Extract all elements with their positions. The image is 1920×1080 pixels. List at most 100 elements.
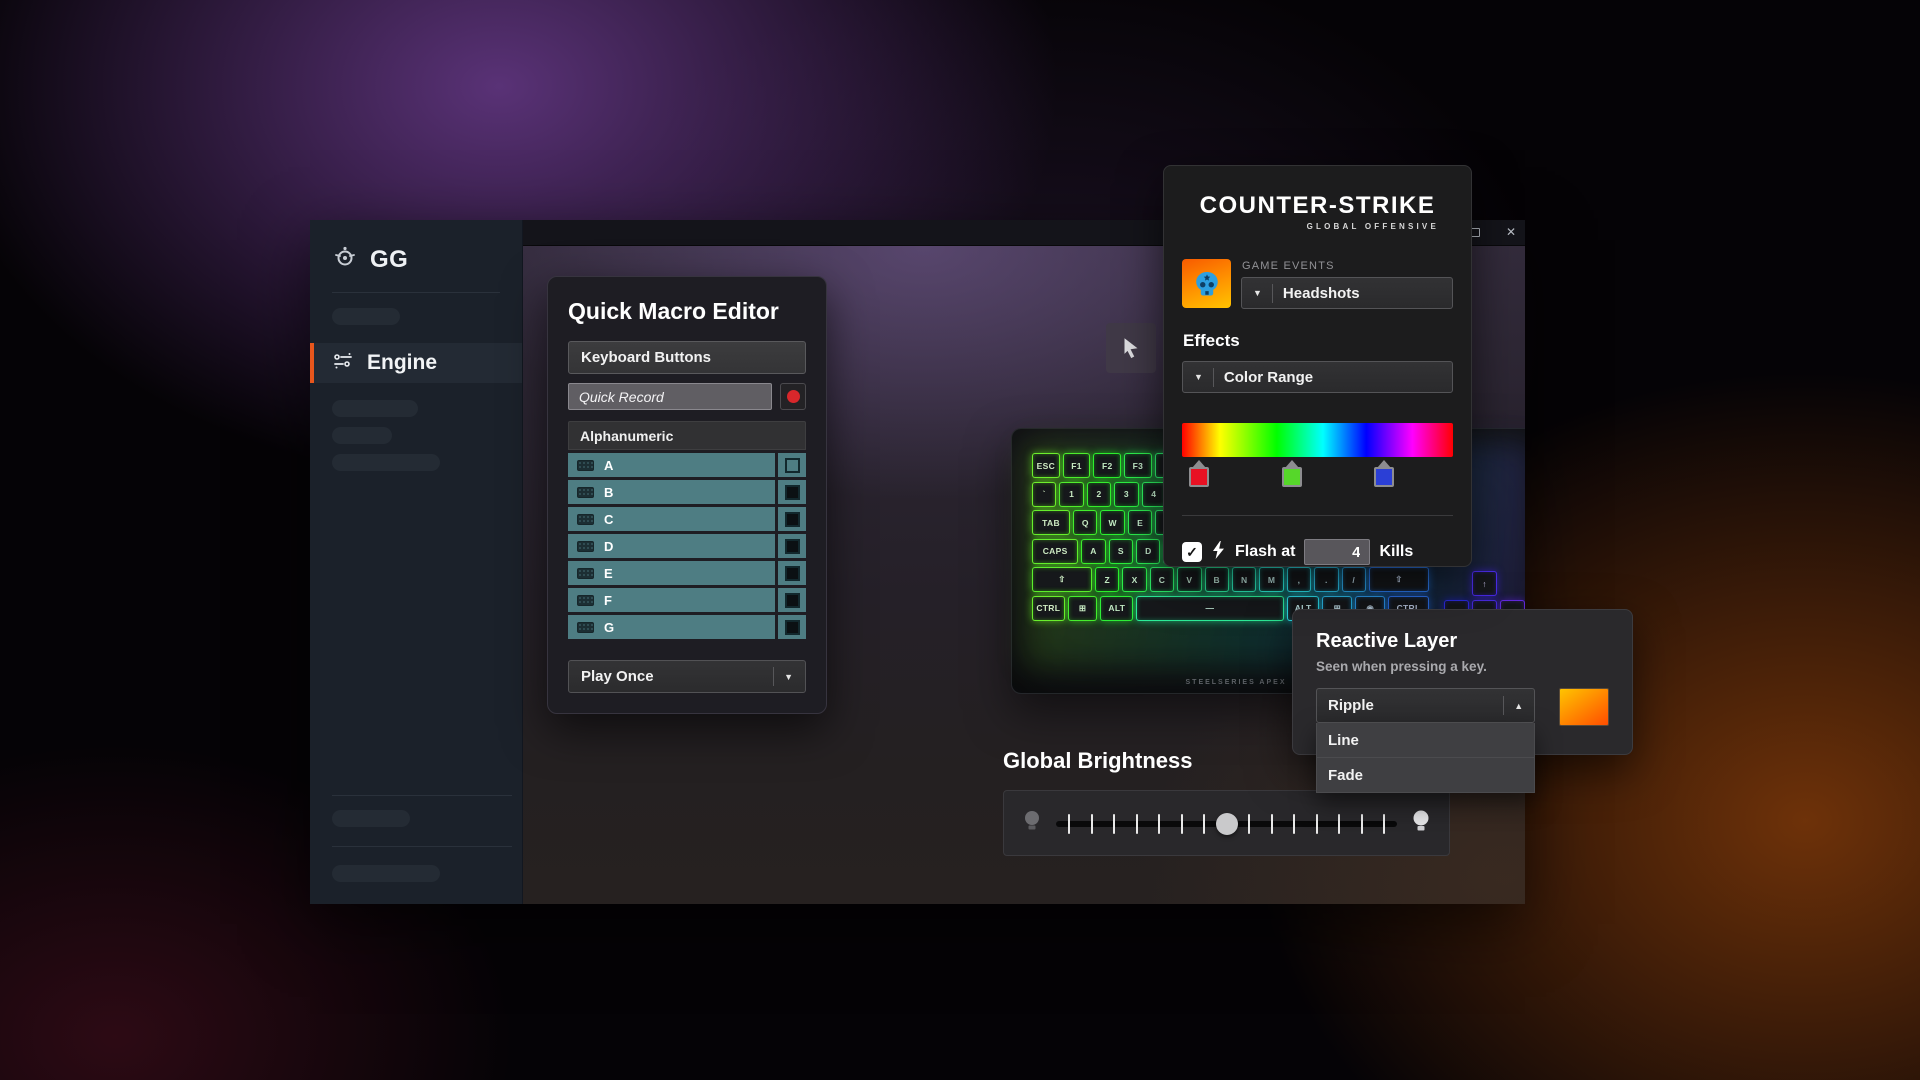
macro-key-label: E [604, 566, 613, 581]
reactive-effect-option[interactable]: Fade [1316, 758, 1535, 793]
keyboard-key[interactable]: ESC [1032, 453, 1060, 478]
color-stop-handle[interactable] [1187, 460, 1211, 487]
sidebar-skeleton-item [332, 400, 418, 417]
macro-key-checkbox-cell[interactable] [778, 561, 806, 585]
macro-key-checkbox-cell[interactable] [778, 588, 806, 612]
keyboard-key[interactable]: ⊞ [1068, 596, 1098, 621]
keyboard-key[interactable]: , [1287, 567, 1311, 592]
macro-key-cell[interactable]: E [568, 561, 775, 585]
reactive-effect-value: Ripple [1328, 697, 1374, 714]
macro-key-row[interactable]: B [568, 480, 806, 504]
keyboard-key[interactable]: F1 [1063, 453, 1091, 478]
keyboard-key[interactable]: Q [1073, 510, 1097, 535]
slider-tick [1271, 814, 1273, 834]
keyboard-key[interactable]: Z [1095, 567, 1119, 592]
flash-checkbox[interactable]: ✓ [1182, 542, 1202, 562]
keyboard-key[interactable]: — [1136, 596, 1284, 621]
macro-key-cell[interactable]: G [568, 615, 775, 639]
macro-key-row[interactable]: G [568, 615, 806, 639]
brightness-slider-handle[interactable] [1216, 813, 1238, 835]
quick-record-input[interactable] [568, 383, 772, 410]
app-logo[interactable]: GG [332, 244, 408, 275]
macro-key-cell[interactable]: C [568, 507, 775, 531]
sidebar-item-engine-label: Engine [367, 351, 437, 375]
effect-value: Color Range [1224, 369, 1313, 386]
brightness-low-icon [1022, 808, 1042, 839]
macro-key-row[interactable]: A [568, 453, 806, 477]
keyboard-key[interactable]: A [1081, 539, 1105, 564]
record-button[interactable] [780, 383, 806, 410]
macro-key-row[interactable]: D [568, 534, 806, 558]
color-stop-row [1182, 460, 1453, 490]
color-stop-handle[interactable] [1372, 460, 1396, 487]
color-range-gradient[interactable] [1182, 423, 1453, 457]
keyboard-key[interactable]: 2 [1087, 482, 1111, 507]
flash-kills-input[interactable] [1304, 539, 1370, 565]
keyboard-key[interactable]: F3 [1124, 453, 1152, 478]
csgo-gamesense-panel: COUNTER-STRIKE GLOBAL OFFENSIVE GAME EVE… [1163, 165, 1472, 567]
macro-key-cell[interactable]: A [568, 453, 775, 477]
keyboard-key[interactable]: ALT [1100, 596, 1133, 621]
slider-tick [1068, 814, 1070, 834]
effects-label: Effects [1183, 331, 1453, 351]
macro-key-row[interactable]: C [568, 507, 806, 531]
macro-key-checkbox[interactable] [785, 593, 800, 608]
keyboard-key[interactable]: 1 [1059, 482, 1083, 507]
keyboard-key[interactable]: S [1109, 539, 1133, 564]
play-mode-dropdown[interactable]: Play Once ▼ [568, 660, 806, 693]
macro-key-row[interactable]: F [568, 588, 806, 612]
macro-key-checkbox[interactable] [785, 566, 800, 581]
keyboard-key[interactable]: B [1205, 567, 1229, 592]
keyboard-key[interactable]: E [1128, 510, 1152, 535]
keyboard-key[interactable]: / [1342, 567, 1366, 592]
keyboard-key[interactable]: W [1100, 510, 1124, 535]
macro-key-checkbox[interactable] [785, 539, 800, 554]
brightness-slider[interactable] [1056, 808, 1397, 838]
macro-key-checkbox-cell[interactable] [778, 507, 806, 531]
effect-dropdown[interactable]: ▼ Color Range [1182, 361, 1453, 393]
keyboard-key[interactable]: V [1177, 567, 1201, 592]
macro-key-cell[interactable]: D [568, 534, 775, 558]
macro-key-checkbox-cell[interactable] [778, 615, 806, 639]
keyboard-key[interactable]: C [1150, 567, 1174, 592]
csgo-logo-title: COUNTER-STRIKE [1182, 192, 1453, 220]
keyboard-key[interactable]: ` [1032, 482, 1056, 507]
keyboard-key[interactable]: D [1136, 539, 1160, 564]
reactive-layer-title: Reactive Layer [1316, 630, 1609, 653]
keyboard-key[interactable]: M [1259, 567, 1283, 592]
close-button[interactable]: ✕ [1501, 223, 1521, 241]
keyboard-key[interactable]: CAPS [1032, 539, 1078, 564]
macro-key-checkbox[interactable] [785, 458, 800, 473]
keyboard-key[interactable]: ⇧ [1032, 567, 1092, 592]
keyboard-key[interactable]: 3 [1114, 482, 1138, 507]
macro-key-cell[interactable]: F [568, 588, 775, 612]
macro-key-checkbox-cell[interactable] [778, 534, 806, 558]
csgo-logo-subtitle: GLOBAL OFFENSIVE [1182, 222, 1453, 231]
keyboard-key[interactable]: ⇧ [1369, 567, 1429, 592]
keyboard-key[interactable]: X [1122, 567, 1146, 592]
sidebar-item-engine[interactable]: Engine [310, 343, 522, 383]
keyboard-key[interactable]: CTRL [1032, 596, 1065, 621]
keyboard-key[interactable]: N [1232, 567, 1256, 592]
macro-key-checkbox-cell[interactable] [778, 480, 806, 504]
keyboard-key[interactable]: F2 [1093, 453, 1121, 478]
macro-key-checkbox[interactable] [785, 620, 800, 635]
macro-key-checkbox[interactable] [785, 485, 800, 500]
keyboard-arrow-key[interactable]: ↑ [1472, 571, 1497, 596]
reactive-color-swatch[interactable] [1559, 688, 1609, 726]
macro-key-checkbox[interactable] [785, 512, 800, 527]
macro-key-checkbox-cell[interactable] [778, 453, 806, 477]
cursor-tool-button[interactable] [1106, 323, 1156, 373]
game-event-dropdown[interactable]: ▼ Headshots [1241, 277, 1453, 309]
reactive-effect-dropdown[interactable]: Ripple ▲ [1316, 688, 1535, 723]
macro-key-cell[interactable]: B [568, 480, 775, 504]
slider-tick [1091, 814, 1093, 834]
keyboard-buttons-button[interactable]: Keyboard Buttons [568, 341, 806, 374]
reactive-effect-option[interactable]: Line [1316, 723, 1535, 758]
keyboard-key[interactable]: . [1314, 567, 1338, 592]
game-event-value: Headshots [1283, 285, 1360, 302]
keyboard-key[interactable]: TAB [1032, 510, 1070, 535]
color-stop-swatch [1189, 467, 1209, 487]
color-stop-handle[interactable] [1280, 460, 1304, 487]
macro-key-row[interactable]: E [568, 561, 806, 585]
